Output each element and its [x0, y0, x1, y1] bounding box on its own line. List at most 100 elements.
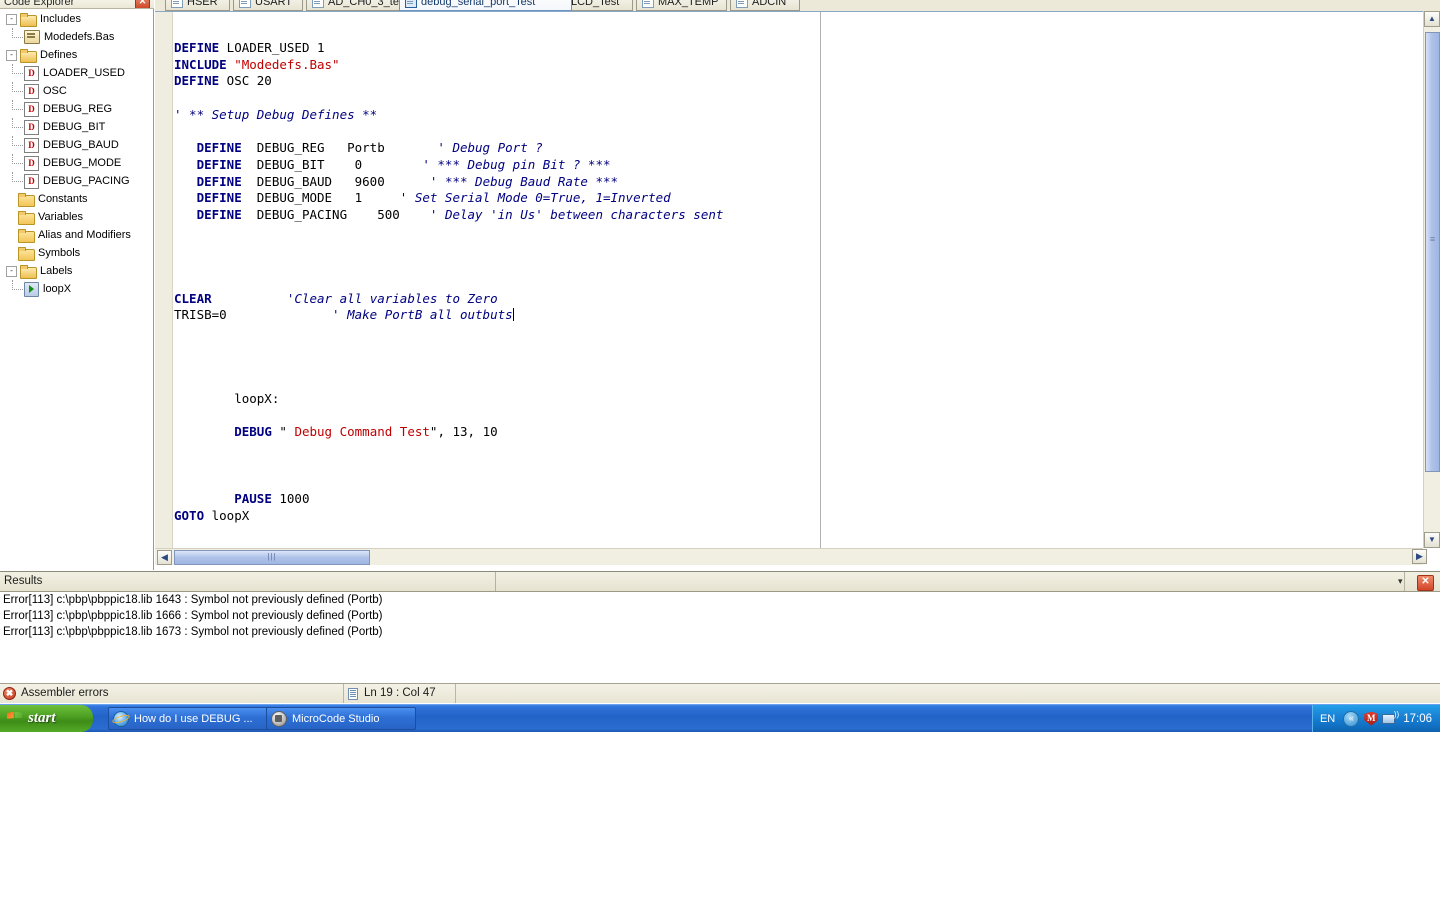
- code-token-pln: [227, 307, 332, 322]
- tab-debug-serial-port-test[interactable]: debug_serial_port_Test: [399, 0, 572, 11]
- collapse-toggle-icon[interactable]: -: [6, 14, 17, 25]
- code-token-kw: DEFINE: [197, 140, 242, 155]
- editor-vertical-scrollbar[interactable]: ▲ ▼: [1423, 11, 1440, 548]
- code-token-pln: LOADER_USED 1: [219, 40, 324, 55]
- source-code-text[interactable]: DEFINE LOADER_USED 1INCLUDE "Modedefs.Ba…: [174, 12, 1422, 548]
- file-icon: [736, 0, 748, 8]
- tree-item-variables[interactable]: Variables: [0, 208, 153, 226]
- code-token-pln: DEBUG_MODE 1: [242, 190, 400, 205]
- tab-hser[interactable]: HSER: [165, 0, 230, 11]
- code-editor[interactable]: DEFINE LOADER_USED 1INCLUDE "Modedefs.Ba…: [155, 11, 1423, 548]
- basfile-icon: [24, 30, 40, 44]
- code-line: TRISB=0 ' Make PortB all outbuts: [174, 307, 1422, 324]
- code-token-pln: [174, 491, 234, 506]
- tree-item-labels[interactable]: -Labels: [0, 262, 153, 280]
- code-token-kw: DEBUG: [234, 424, 272, 439]
- tree-guide: [12, 172, 23, 182]
- editor-tab-bar[interactable]: HSERUSARTAD_CH0_3_testdebug_serial_port_…: [155, 0, 1440, 11]
- tree-item-debug-reg[interactable]: DDEBUG_REG: [0, 100, 153, 118]
- chevron-down-icon[interactable]: ▾: [1398, 576, 1403, 587]
- scroll-down-icon[interactable]: ▼: [1424, 532, 1440, 548]
- file-icon: [171, 0, 183, 8]
- folder-icon: [20, 13, 36, 26]
- tree-item-modedefs-bas[interactable]: Modedefs.Bas: [0, 28, 153, 46]
- define-icon: D: [24, 138, 39, 153]
- tab-usart[interactable]: USART: [233, 0, 303, 11]
- code-token-pln: loopX: [204, 508, 249, 523]
- tree-item-label: Includes: [40, 13, 81, 25]
- windows-taskbar: start How do I use DEBUG ...MicroCode St…: [0, 704, 1440, 732]
- chevron-left-icon[interactable]: «: [1343, 711, 1359, 727]
- file-icon: [239, 0, 251, 8]
- tree-spacer: [6, 213, 15, 222]
- scroll-corner-icon[interactable]: ▶: [1412, 549, 1427, 564]
- network-icon[interactable]: [1382, 712, 1397, 725]
- editor-gutter: [155, 12, 173, 548]
- code-token-kw: DEFINE: [197, 207, 242, 222]
- code-token-kw: DEFINE: [174, 40, 219, 55]
- tree-item-label: Defines: [40, 49, 77, 61]
- scroll-left-icon[interactable]: ◀: [157, 550, 172, 565]
- start-button[interactable]: start: [0, 705, 93, 732]
- code-line: CLEAR 'Clear all variables to Zero: [174, 291, 1422, 308]
- tree-item-includes[interactable]: - Includes: [0, 10, 153, 28]
- results-error-line[interactable]: Error[113] c:\pbp\pbppic18.lib 1673 : Sy…: [0, 624, 1440, 640]
- results-error-line[interactable]: Error[113] c:\pbp\pbppic18.lib 1643 : Sy…: [0, 592, 1440, 608]
- collapse-toggle-icon[interactable]: -: [6, 50, 17, 61]
- code-token-kw: GOTO: [174, 508, 204, 523]
- tree-spacer: [6, 231, 15, 240]
- code-token-pln: TRISB=0: [174, 307, 227, 322]
- tree-item-symbols[interactable]: Symbols: [0, 244, 153, 262]
- tree-item-label: Alias and Modifiers: [38, 229, 131, 241]
- code-explorer-titlebar: Code Explorer ✕: [0, 0, 154, 9]
- collapse-toggle-icon[interactable]: -: [6, 266, 17, 277]
- system-tray[interactable]: EN « M 17:06: [1312, 705, 1440, 732]
- tree-item-debug-mode[interactable]: DDEBUG_MODE: [0, 154, 153, 172]
- taskbar-item-1[interactable]: How do I use DEBUG ...: [108, 707, 273, 730]
- code-token-pln: 1000: [272, 491, 310, 506]
- code-line: [174, 124, 1422, 141]
- tree-item-label: DEBUG_BAUD: [43, 139, 119, 151]
- tree-item-loopx[interactable]: loopX: [0, 280, 153, 298]
- folder-icon: [18, 247, 34, 260]
- language-indicator[interactable]: EN: [1320, 713, 1335, 725]
- code-token-cmt: ' Make PortB all outbuts: [332, 307, 513, 322]
- close-icon[interactable]: ✕: [135, 0, 150, 9]
- code-line: DEFINE LOADER_USED 1: [174, 40, 1422, 57]
- close-icon[interactable]: ✕: [1417, 575, 1434, 591]
- vertical-scroll-thumb[interactable]: [1425, 32, 1440, 472]
- tree-item-defines[interactable]: - Defines: [0, 46, 153, 64]
- tree-spacer: [6, 249, 15, 258]
- code-line: DEFINE DEBUG_PACING 500 ' Delay 'in Us' …: [174, 207, 1422, 224]
- tree-item-debug-bit[interactable]: DDEBUG_BIT: [0, 118, 153, 136]
- results-list[interactable]: Error[113] c:\pbp\pbppic18.lib 1643 : Sy…: [0, 592, 1440, 683]
- tab-label: MAX_TEMP: [658, 0, 719, 8]
- code-line: [174, 341, 1422, 358]
- results-error-line[interactable]: Error[113] c:\pbp\pbppic18.lib 1666 : Sy…: [0, 608, 1440, 624]
- tab-max-temp[interactable]: MAX_TEMP: [636, 0, 727, 11]
- code-token-pln: ", 13, 10: [430, 424, 498, 439]
- tree-item-loader-used[interactable]: DLOADER_USED: [0, 64, 153, 82]
- tab-adcin[interactable]: ADCIN: [730, 0, 800, 11]
- taskbar-item-2[interactable]: MicroCode Studio: [266, 707, 416, 730]
- clock[interactable]: 17:06: [1403, 713, 1432, 725]
- mcafee-shield-icon[interactable]: M: [1364, 712, 1378, 726]
- tree-item-alias-and-modifiers[interactable]: Alias and Modifiers: [0, 226, 153, 244]
- tree-item-constants[interactable]: Constants: [0, 190, 153, 208]
- code-line: [174, 474, 1422, 491]
- status-divider-2: [455, 684, 457, 703]
- tree-item-debug-pacing[interactable]: DDEBUG_PACING: [0, 172, 153, 190]
- code-token-kw: DEFINE: [197, 190, 242, 205]
- editor-horizontal-scrollbar[interactable]: ◀: [155, 548, 1423, 565]
- tree-spacer: [6, 195, 15, 204]
- define-icon: D: [24, 120, 39, 135]
- scroll-up-icon[interactable]: ▲: [1424, 11, 1440, 27]
- tree-item-debug-baud[interactable]: D DEBUG_BAUD: [0, 136, 153, 154]
- code-line: GOTO loopX: [174, 508, 1422, 525]
- code-line: [174, 374, 1422, 391]
- tree-guide: [12, 28, 23, 38]
- horizontal-scroll-thumb[interactable]: [174, 550, 370, 565]
- tree-item-osc[interactable]: DOSC: [0, 82, 153, 100]
- code-explorer-tree[interactable]: - Includes Modedefs.Bas - Defines DLOADER_USE…: [0, 10, 153, 568]
- code-token-kw: PAUSE: [234, 491, 272, 506]
